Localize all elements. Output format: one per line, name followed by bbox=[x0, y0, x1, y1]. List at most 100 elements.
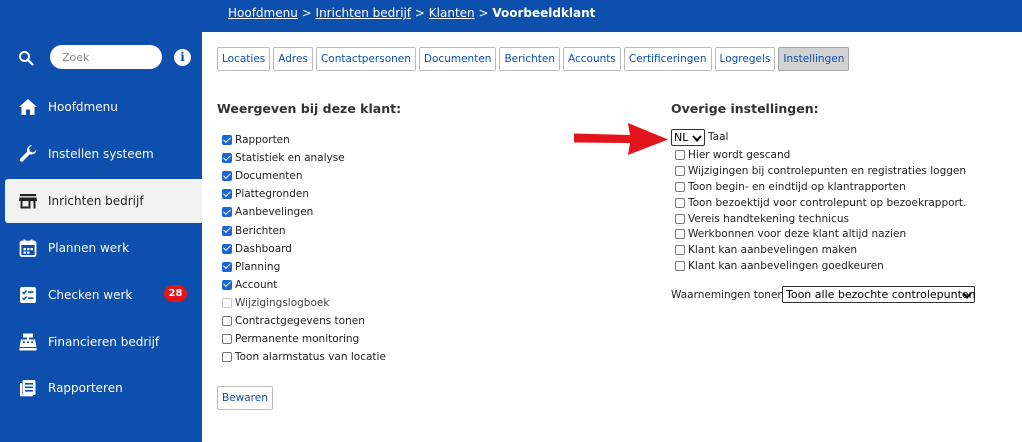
checkbox-label[interactable]: Toon bezoektijd voor controlepunt op bez… bbox=[688, 197, 966, 209]
checkbox-row: Permanente monitoring bbox=[222, 330, 386, 348]
tab-adres[interactable]: Adres bbox=[273, 47, 313, 71]
other-settings-title: Overige instellingen: bbox=[671, 101, 819, 116]
tab-contactpersonen[interactable]: Contactpersonen bbox=[315, 47, 416, 71]
checkbox-row: Documenten bbox=[222, 167, 386, 185]
checkbox[interactable] bbox=[222, 279, 232, 290]
breadcrumb-link-klanten[interactable]: Klanten bbox=[429, 6, 475, 20]
checkbox[interactable] bbox=[222, 334, 232, 345]
checkbox bbox=[222, 297, 232, 308]
sidebar-item-hoofdmenu[interactable]: Hoofdmenu bbox=[5, 85, 202, 129]
checkbox-label[interactable]: Statistiek en analyse bbox=[235, 152, 345, 164]
language-select[interactable]: NL bbox=[671, 129, 705, 146]
observations-label: Waarnemingen tonen: bbox=[671, 289, 788, 301]
checkbox[interactable] bbox=[222, 261, 232, 272]
sidebar-item-label: Instellen systeem bbox=[48, 147, 154, 161]
checkbox-row: Plattegronden bbox=[222, 185, 386, 203]
sidebar-item-plannen-werk[interactable]: Plannen werk bbox=[5, 226, 202, 270]
checkbox[interactable] bbox=[222, 207, 232, 218]
checkbox[interactable] bbox=[222, 243, 232, 254]
checkbox[interactable] bbox=[675, 213, 685, 224]
checkbox[interactable] bbox=[222, 153, 232, 164]
tab-documenten[interactable]: Documenten bbox=[418, 47, 497, 71]
tab-certificeringen[interactable]: Certificeringen bbox=[623, 47, 712, 71]
info-icon[interactable]: i bbox=[174, 49, 191, 66]
tab-instellingen[interactable]: Instellingen bbox=[778, 47, 850, 71]
breadcrumb-current: Voorbeeldklant bbox=[492, 6, 596, 20]
search-input[interactable] bbox=[50, 45, 162, 69]
checkbox-label[interactable]: Permanente monitoring bbox=[235, 333, 359, 345]
tab-logregels[interactable]: Logregels bbox=[714, 47, 776, 71]
checkbox-label[interactable]: Aanbevelingen bbox=[235, 206, 313, 218]
checkbox-row: Wijzigingslogboek bbox=[222, 294, 386, 312]
checkbox-row: Vereis handtekening technicus bbox=[675, 211, 966, 227]
sidebar-item-rapporteren[interactable]: Rapporteren bbox=[5, 366, 202, 410]
sidebar-item-label: Plannen werk bbox=[48, 241, 130, 255]
checkbox[interactable] bbox=[675, 229, 685, 240]
save-button[interactable]: Bewaren bbox=[217, 386, 273, 410]
checkbox-label[interactable]: Klant kan aanbevelingen maken bbox=[688, 244, 857, 256]
search-icon[interactable] bbox=[18, 50, 34, 66]
sidebar-item-label: Rapporteren bbox=[48, 381, 123, 395]
checkbox-label[interactable]: Wijzigingslogboek bbox=[235, 297, 329, 309]
language-select-value: NL bbox=[674, 131, 689, 144]
cash-register-icon bbox=[19, 333, 37, 351]
breadcrumb: Hoofdmenu > Inrichten bedrijf > Klanten … bbox=[228, 6, 595, 20]
checkbox[interactable] bbox=[675, 197, 685, 208]
checkbox-row: Berichten bbox=[222, 221, 386, 239]
checkbox-label[interactable]: Klant kan aanbevelingen goedkeuren bbox=[688, 260, 884, 272]
sidebar-item-label: Financieren bedrijf bbox=[48, 335, 160, 349]
checkbox-label[interactable]: Wijzigingen bij controlepunten en regist… bbox=[688, 165, 966, 177]
sidebar-item-financieren-bedrijf[interactable]: Financieren bedrijf bbox=[5, 320, 202, 364]
checkbox-label[interactable]: Dashboard bbox=[235, 243, 292, 255]
checkbox[interactable] bbox=[222, 315, 232, 326]
tab-locaties[interactable]: Locaties bbox=[217, 47, 271, 71]
tab-accounts[interactable]: Accounts bbox=[563, 47, 621, 71]
checkbox-label[interactable]: Werkbonnen voor deze klant altijd nazien bbox=[688, 228, 906, 240]
checkbox[interactable] bbox=[675, 245, 685, 256]
observations-select-value: Toon alle bezochte controlepunten bbox=[786, 288, 976, 301]
sidebar-item-inrichten-bedrijf[interactable]: Inrichten bedrijf bbox=[5, 179, 202, 223]
checkbox-row: Toon alarmstatus van locatie bbox=[222, 348, 386, 366]
checkbox-label[interactable]: Contractgegevens tonen bbox=[235, 315, 365, 327]
checkbox-row: Toon begin- en eindtijd op klantrapporte… bbox=[675, 179, 966, 195]
breadcrumb-separator: > bbox=[474, 6, 493, 20]
checkbox[interactable] bbox=[675, 165, 685, 176]
checkbox[interactable] bbox=[222, 135, 232, 146]
store-icon bbox=[19, 194, 37, 209]
breadcrumb-link-hoofdmenu[interactable]: Hoofdmenu bbox=[228, 6, 298, 20]
checkbox[interactable] bbox=[222, 352, 232, 363]
sidebar-item-instellen-systeem[interactable]: Instellen systeem bbox=[5, 132, 202, 176]
checkbox[interactable] bbox=[675, 149, 685, 160]
sidebar-item-checken-werk[interactable]: Checken werk 28 bbox=[5, 273, 202, 317]
checkbox-row: Planning bbox=[222, 258, 386, 276]
checkbox-row: Rapporten bbox=[222, 131, 386, 149]
checkbox-label[interactable]: Berichten bbox=[235, 225, 286, 237]
checkbox-label[interactable]: Vereis handtekening technicus bbox=[688, 213, 849, 225]
checkbox-label[interactable]: Hier wordt gescand bbox=[688, 149, 790, 161]
checkbox-label[interactable]: Toon alarmstatus van locatie bbox=[235, 351, 386, 363]
checkbox-row: Aanbevelingen bbox=[222, 203, 386, 221]
checkbox[interactable] bbox=[675, 181, 685, 192]
checkbox-label[interactable]: Planning bbox=[235, 261, 280, 273]
checkbox-label[interactable]: Account bbox=[235, 279, 277, 291]
checkbox-row: Werkbonnen voor deze klant altijd nazien bbox=[675, 226, 966, 242]
observations-select[interactable]: Toon alle bezochte controlepunten bbox=[782, 286, 976, 303]
breadcrumb-link-inrichten-bedrijf[interactable]: Inrichten bedrijf bbox=[316, 6, 412, 20]
display-settings-title: Weergeven bij deze klant: bbox=[217, 101, 402, 116]
sidebar-item-label: Checken werk bbox=[48, 288, 133, 302]
checkbox-row: Wijzigingen bij controlepunten en regist… bbox=[675, 163, 966, 179]
checkbox[interactable] bbox=[675, 261, 685, 272]
display-options-list: Rapporten Statistiek en analyse Documenten… bbox=[222, 131, 386, 366]
checkbox-label[interactable]: Toon begin- en eindtijd op klantrapporte… bbox=[688, 181, 906, 193]
checkbox-label[interactable]: Plattegronden bbox=[235, 188, 309, 200]
search-row: i bbox=[0, 42, 202, 74]
checklist-icon bbox=[20, 287, 36, 303]
checkbox[interactable] bbox=[222, 171, 232, 182]
checkbox-label[interactable]: Rapporten bbox=[235, 134, 290, 146]
tab-berichten[interactable]: Berichten bbox=[499, 47, 560, 71]
checkbox[interactable] bbox=[222, 189, 232, 200]
wrench-icon bbox=[19, 145, 37, 162]
checkbox-label[interactable]: Documenten bbox=[235, 170, 303, 182]
other-options-list: Hier wordt gescand Wijzigingen bij contro… bbox=[675, 147, 966, 274]
checkbox[interactable] bbox=[222, 225, 232, 236]
